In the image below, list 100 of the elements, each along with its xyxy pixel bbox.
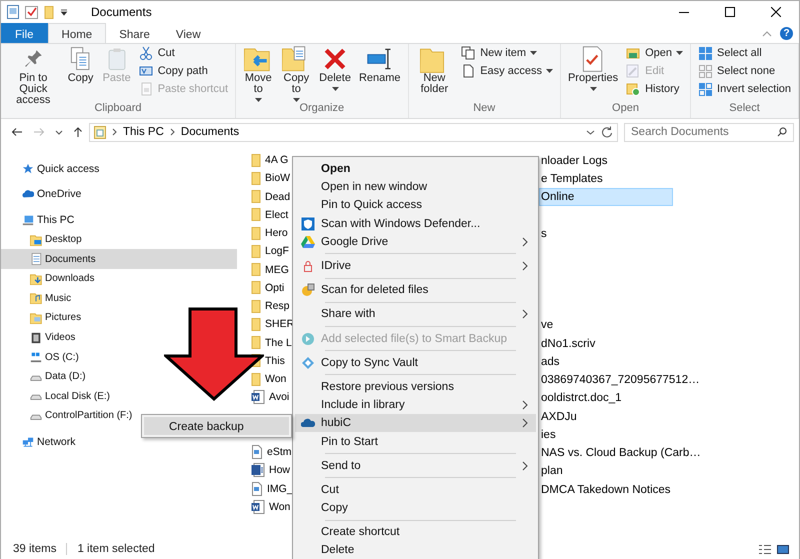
file-name[interactable]: Hero bbox=[264, 225, 289, 242]
file-name[interactable]: plan bbox=[539, 461, 565, 480]
nav-item[interactable]: Quick access bbox=[1, 159, 102, 179]
ribbon-button[interactable]: Properties bbox=[564, 45, 622, 102]
file-name[interactable]: e Templates bbox=[539, 169, 605, 188]
menu-item[interactable]: Open in new window bbox=[295, 178, 536, 196]
nav-item[interactable]: ControlPartition (F:) bbox=[1, 406, 134, 426]
ribbon-button[interactable]: Delete bbox=[316, 45, 354, 102]
file-name[interactable]: This bbox=[264, 352, 286, 369]
menu-item[interactable]: Create shortcut bbox=[295, 523, 536, 542]
ribbon-small-button[interactable]: Invert selection bbox=[698, 81, 792, 97]
file-name[interactable]: MEG bbox=[264, 262, 290, 278]
nav-item[interactable]: Videos bbox=[1, 328, 78, 348]
help-button[interactable]: ? bbox=[780, 26, 793, 40]
ribbon-small-button[interactable]: History bbox=[626, 81, 684, 97]
nav-item[interactable]: Local Disk (E:) bbox=[1, 386, 112, 406]
ribbon-small-button[interactable]: Select all bbox=[698, 45, 792, 61]
dropdown-caret-icon[interactable] bbox=[586, 130, 595, 134]
nav-item[interactable]: OneDrive bbox=[1, 184, 84, 204]
ribbon-button[interactable]: Rename bbox=[356, 45, 404, 102]
nav-item[interactable]: Desktop bbox=[1, 230, 84, 250]
file-name[interactable]: s bbox=[539, 224, 549, 242]
menu-item[interactable]: Delete bbox=[295, 541, 536, 559]
file-name[interactable]: Won bbox=[268, 498, 292, 515]
ribbon-tab[interactable]: View bbox=[162, 23, 214, 43]
menu-item[interactable]: Google Drive bbox=[295, 232, 536, 251]
file-name[interactable]: Avoi bbox=[268, 389, 290, 406]
file-name[interactable]: Resp bbox=[264, 298, 291, 314]
menu-item[interactable]: Pin to Start bbox=[295, 432, 536, 451]
ribbon-tab[interactable]: Home bbox=[48, 23, 106, 43]
address-bar[interactable]: This PC Documents bbox=[89, 122, 618, 142]
nav-item[interactable]: Documents bbox=[1, 249, 237, 269]
file-name[interactable]: The L bbox=[264, 334, 293, 351]
checkmark-icon[interactable] bbox=[25, 6, 38, 18]
menu-item[interactable]: Scan with Windows Defender... bbox=[295, 214, 536, 233]
ribbon-small-button[interactable]: Copy path bbox=[138, 63, 228, 79]
menu-item[interactable]: Include in library bbox=[295, 396, 536, 414]
menu-item[interactable]: Send to bbox=[295, 456, 536, 475]
nav-item[interactable]: Music bbox=[1, 288, 74, 308]
search-field[interactable]: Search Documents bbox=[624, 122, 794, 142]
menu-item[interactable]: Copy bbox=[295, 499, 536, 518]
nav-item[interactable]: Data (D:) bbox=[1, 366, 88, 387]
ribbon-small-button[interactable]: Select none bbox=[698, 63, 792, 79]
ribbon-button[interactable]: Copy bbox=[64, 45, 98, 102]
menu-item[interactable]: Cut bbox=[295, 480, 536, 499]
menu-item[interactable]: Open bbox=[295, 160, 536, 178]
menu-item[interactable]: IDrive bbox=[295, 256, 536, 276]
file-name[interactable]: Elect bbox=[264, 206, 290, 223]
nav-item[interactable]: This PC bbox=[1, 210, 76, 230]
breadcrumb[interactable]: This PC bbox=[123, 126, 164, 138]
file-name[interactable]: ies bbox=[539, 424, 558, 443]
nav-item[interactable]: OS (C:) bbox=[1, 347, 81, 367]
file-name[interactable]: LogF bbox=[264, 243, 290, 260]
up-arrow-icon[interactable] bbox=[73, 126, 83, 138]
file-name[interactable]: AXDJu bbox=[539, 406, 579, 425]
file-name[interactable]: 4A G bbox=[264, 152, 290, 168]
file-name[interactable]: nloader Logs bbox=[539, 151, 610, 170]
ribbon-small-button[interactable]: New item bbox=[461, 45, 553, 61]
menu-item[interactable]: hubiC bbox=[295, 414, 536, 432]
nav-item[interactable]: Downloads bbox=[1, 268, 96, 289]
file-name[interactable]: ads bbox=[539, 352, 562, 370]
file-name[interactable]: IMG_ bbox=[266, 480, 294, 497]
file-name[interactable]: Online bbox=[539, 188, 673, 206]
details-view-icon[interactable] bbox=[759, 544, 771, 554]
file-name[interactable]: ve bbox=[539, 315, 556, 334]
ribbon-button[interactable]: Move to bbox=[240, 45, 277, 102]
nav-item[interactable]: Network bbox=[1, 432, 78, 452]
menu-item[interactable]: Pin to Quick access bbox=[295, 196, 536, 215]
breadcrumb[interactable]: Documents bbox=[180, 126, 240, 138]
file-name[interactable]: eStm bbox=[266, 444, 293, 460]
ribbon-small-button[interactable]: Cut bbox=[138, 45, 228, 61]
menu-item[interactable]: Copy to Sync Vault bbox=[295, 354, 536, 372]
refresh-icon[interactable] bbox=[601, 126, 613, 138]
file-name[interactable]: Won bbox=[264, 371, 288, 388]
menu-item[interactable]: Share with bbox=[295, 305, 536, 324]
ribbon-small-button[interactable]: Open bbox=[626, 45, 684, 61]
file-name[interactable]: NAS vs. Cloud Backup (Carb… bbox=[539, 443, 703, 462]
file-name[interactable]: BioW bbox=[264, 170, 292, 186]
file-name[interactable]: ooldistrct.doc_1 bbox=[539, 388, 624, 406]
collapse-ribbon-icon[interactable] bbox=[762, 30, 772, 36]
file-name[interactable]: Dead bbox=[264, 188, 292, 205]
file-name[interactable]: 03869740367_72095677512… bbox=[539, 370, 702, 388]
ribbon-button[interactable]: New folder bbox=[412, 45, 456, 102]
properties-icon[interactable] bbox=[7, 5, 19, 19]
recent-caret-icon[interactable] bbox=[55, 130, 63, 134]
menu-item[interactable]: Scan for deleted files bbox=[295, 281, 536, 300]
dropdown-caret-icon[interactable] bbox=[60, 8, 68, 16]
file-tab[interactable]: File bbox=[1, 23, 48, 43]
file-name[interactable]: dNo1.scriv bbox=[539, 334, 598, 352]
ribbon-small-button[interactable]: Easy access bbox=[461, 63, 553, 79]
ribbon-tab[interactable]: Share bbox=[106, 23, 163, 43]
file-name[interactable]: Opti bbox=[264, 280, 286, 296]
menu-item[interactable]: Create backup bbox=[144, 417, 289, 435]
ribbon-button[interactable]: Copy to bbox=[278, 45, 314, 102]
ribbon-button[interactable]: Pin to Quick access bbox=[5, 45, 62, 102]
back-arrow-icon[interactable] bbox=[11, 127, 23, 137]
nav-item[interactable]: Pictures bbox=[1, 308, 84, 328]
large-icons-view-icon[interactable] bbox=[777, 544, 789, 554]
file-name[interactable]: DMCA Takedown Notices bbox=[539, 480, 673, 498]
menu-item[interactable]: Restore previous versions bbox=[295, 378, 536, 396]
